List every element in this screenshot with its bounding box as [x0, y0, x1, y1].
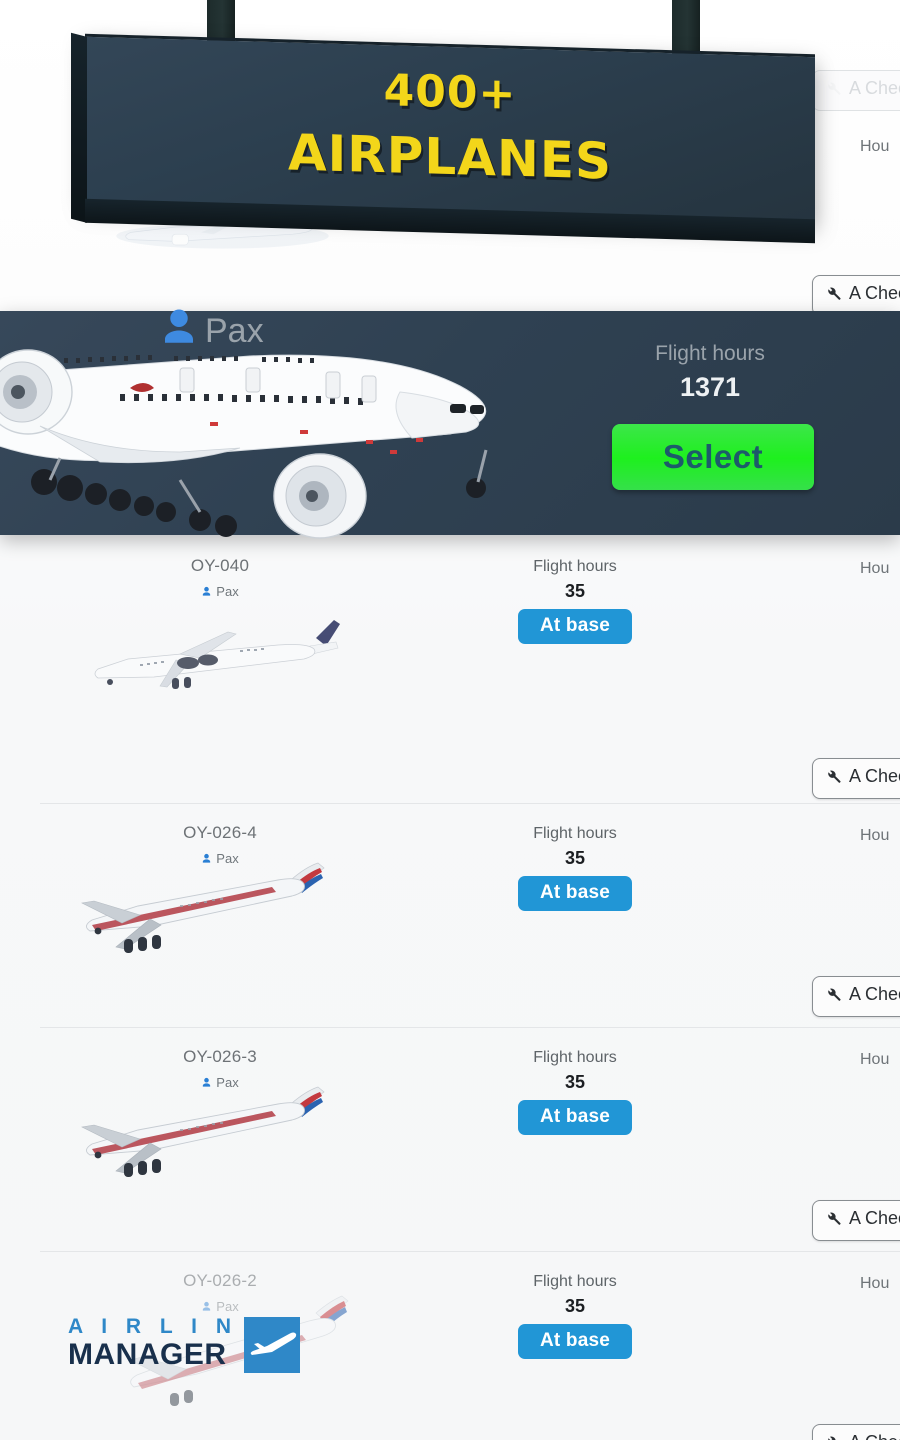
aircraft-registration: OY-026-3 — [183, 1047, 257, 1066]
aircraft-pax-type: Pax — [0, 1075, 440, 1092]
hours-column-label: Hou — [860, 827, 890, 844]
hours-column-label: Hou — [860, 560, 890, 577]
status-badge[interactable]: At base — [517, 609, 633, 644]
pax-label: Pax — [216, 851, 239, 866]
a-check-button[interactable]: A Check — [812, 1424, 900, 1440]
row-separator — [40, 1027, 900, 1028]
a-check-label: A Check — [849, 766, 900, 786]
person-icon — [201, 852, 212, 868]
flight-hours-value: 35 — [564, 1072, 586, 1092]
flight-hours-label: Flight hours — [533, 558, 617, 575]
flight-hours-cell: Flight hours 35 At base — [440, 1273, 710, 1359]
selected-aircraft-image — [0, 349, 488, 539]
wrench-icon — [825, 768, 842, 790]
person-icon — [165, 309, 193, 343]
aircraft-pax-type: Pax — [0, 584, 440, 601]
banner-board: 400+ AIRPLANES — [85, 33, 815, 222]
a-check-label: A Check — [849, 1432, 900, 1440]
row-separator — [40, 803, 900, 804]
flight-hours-value: 35 — [564, 581, 586, 601]
a-check-label: A Check — [849, 1208, 900, 1228]
flight-hours-cell: Flight hours 35 At base — [440, 558, 710, 644]
flight-hours-label: Flight hours — [655, 342, 765, 365]
aircraft-thumbnail — [81, 862, 325, 953]
a-check-button[interactable]: A Check — [812, 275, 900, 316]
airplane-icon — [250, 1332, 297, 1355]
status-badge[interactable]: At base — [517, 876, 633, 911]
table-row[interactable]: OY-040 Pax Flight hours 35 At base Hou A… — [0, 536, 900, 799]
status-badge[interactable]: At base — [517, 1100, 633, 1135]
selected-flight-hours-cell: Flight hours 1371 — [595, 342, 825, 403]
a-check-label: A Check — [849, 984, 900, 1004]
person-icon — [201, 585, 212, 601]
flight-hours-label: Flight hours — [533, 1049, 617, 1066]
brand-logo-mark — [244, 1317, 300, 1373]
a-check-label: A Check — [849, 283, 900, 303]
pax-label: Pax — [216, 584, 239, 599]
aircraft-registration: OY-026-2 — [183, 1271, 257, 1290]
a-check-button[interactable]: A Check — [812, 976, 900, 1017]
select-button[interactable]: Select — [612, 424, 814, 490]
flight-hours-cell: Flight hours 35 At base — [440, 825, 710, 911]
flight-hours-value: 35 — [564, 1296, 586, 1316]
aircraft-pax-type: Pax — [0, 1299, 440, 1316]
wrench-icon — [825, 285, 842, 307]
row-separator — [40, 1251, 900, 1252]
hours-column-label: Hou — [860, 1051, 890, 1068]
pax-label: Pax — [216, 1299, 239, 1314]
a-check-button[interactable]: A Check — [812, 758, 900, 799]
wrench-icon — [825, 986, 842, 1008]
hours-column-label: Hou — [860, 1275, 890, 1292]
brand-logo: A I R L I N E MANAGER — [68, 1315, 308, 1377]
flight-hours-label: Flight hours — [533, 1273, 617, 1290]
flight-hours-label: Flight hours — [533, 825, 617, 842]
person-icon — [201, 1076, 212, 1092]
flight-hours-cell: Flight hours 35 At base — [440, 1049, 710, 1135]
person-icon — [201, 1300, 212, 1316]
wrench-icon — [825, 1210, 842, 1232]
pax-label: Pax — [216, 1075, 239, 1090]
promo-banner: 400+ AIRPLANES — [0, 0, 900, 249]
status-badge[interactable]: At base — [517, 1324, 633, 1359]
aircraft-thumbnail — [94, 620, 340, 689]
table-row[interactable]: OY-026-4 Pax Flight hours 35 At base Hou… — [0, 803, 900, 1027]
flight-hours-value: 35 — [564, 848, 586, 868]
selected-pax-label: Pax — [205, 312, 264, 350]
table-row[interactable]: OY-026-3 Pax Flight hours 35 At base Hou… — [0, 1027, 900, 1251]
flight-hours-value: 1371 — [679, 372, 741, 402]
aircraft-registration: OY-026-4 — [183, 823, 257, 842]
app-screen: A Check Hou A Check OY-040 Pax — [0, 0, 900, 1440]
a-check-button[interactable]: A Check — [812, 1200, 900, 1241]
wrench-icon — [825, 1434, 842, 1440]
aircraft-thumbnail — [81, 1086, 325, 1177]
aircraft-pax-type: Pax — [0, 851, 440, 868]
selected-pax-icon-wrap — [158, 303, 200, 356]
